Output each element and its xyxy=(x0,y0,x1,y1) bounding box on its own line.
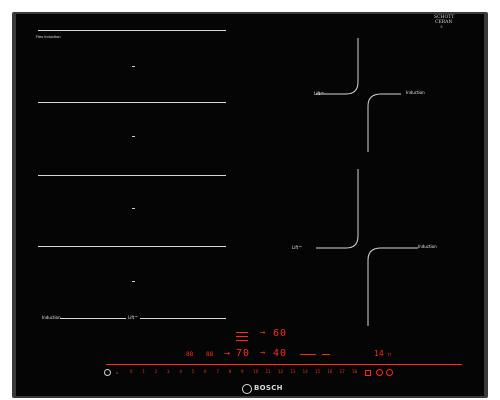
left-zone-line-2 xyxy=(38,102,226,103)
schott-logo-line2: CERAN xyxy=(435,20,453,25)
slider-number-10[interactable]: 10 xyxy=(253,370,258,374)
left-bottom-zone-label-left: Induction xyxy=(42,315,61,320)
display-bar-1 xyxy=(236,332,248,333)
timer-display: 14 xyxy=(374,349,384,358)
slider-number-18[interactable]: 18 xyxy=(352,370,357,374)
slider-number-17[interactable]: 17 xyxy=(340,370,345,374)
right-zones-lines xyxy=(316,38,418,326)
zone-marker-3 xyxy=(132,208,135,209)
slider-number-12[interactable]: 12 xyxy=(278,370,283,374)
bosch-logo-icon xyxy=(242,384,252,394)
slider-number-7[interactable]: 7 xyxy=(216,370,219,374)
display-mid-left-digit2: 0 xyxy=(243,348,250,359)
power-slider[interactable] xyxy=(106,364,462,365)
settings-button-icon[interactable] xyxy=(386,369,393,376)
slider-number-11[interactable]: 11 xyxy=(266,370,271,374)
slider-number-5[interactable]: 5 xyxy=(192,370,195,374)
slider-number-15[interactable]: 15 xyxy=(315,370,320,374)
display-top-digit: 6 xyxy=(273,328,280,339)
display-bar-5 xyxy=(322,354,330,355)
slider-number-1[interactable]: 1 xyxy=(142,370,145,374)
zone-marker-4 xyxy=(132,281,135,282)
display-mid-left-arrow: → xyxy=(224,348,231,359)
left-bottom-zone-line-b xyxy=(140,318,226,319)
slider-number-4[interactable]: 4 xyxy=(179,370,182,374)
left-bottom-zone-line-a xyxy=(60,318,126,319)
right-bottom-zone-label-right: Induction xyxy=(418,244,437,249)
left-zone-line-1 xyxy=(38,30,226,31)
display-mid-left-digit: 7 xyxy=(236,348,243,359)
left-zone-line-4 xyxy=(38,246,226,247)
display-small-right: 88 xyxy=(206,351,214,358)
model-label: Flex Induction xyxy=(36,35,61,39)
schott-logo-mark: ® xyxy=(440,25,443,29)
slider-number-3[interactable]: 3 xyxy=(167,370,170,374)
display-bar-4 xyxy=(300,354,316,355)
display-small-left: 88 xyxy=(186,351,194,358)
display-mid-right-arrow: → xyxy=(260,348,266,358)
left-zone-line-3 xyxy=(38,175,226,176)
slider-number-14[interactable]: 14 xyxy=(303,370,308,374)
brand-name: BOSCH xyxy=(254,384,283,392)
slider-number-16[interactable]: 16 xyxy=(327,370,332,374)
display-mid-right-digit: 4 xyxy=(273,348,280,359)
power-button-icon[interactable] xyxy=(104,369,111,376)
right-top-zone-label-right: Induction xyxy=(406,90,425,95)
slider-number-8[interactable]: 8 xyxy=(229,370,232,374)
slider-number-13[interactable]: 13 xyxy=(290,370,295,374)
slider-number-9[interactable]: 9 xyxy=(241,370,244,374)
slider-number-0[interactable]: 0 xyxy=(130,370,133,374)
timer-button-icon[interactable] xyxy=(376,369,383,376)
wipe-protect-icon[interactable] xyxy=(365,370,371,376)
display-bar-3 xyxy=(236,340,248,341)
zone-marker-1 xyxy=(132,66,135,67)
display-top-arrow: → xyxy=(260,328,266,338)
right-bottom-zone-label-left: Lift™ xyxy=(292,245,303,250)
lock-icon[interactable]: ⌂ xyxy=(116,370,119,375)
display-bar-2 xyxy=(236,336,248,337)
cooktop-glass: Flex Induction Induction Lift™ SCHOTT CE… xyxy=(16,14,484,396)
slider-number-6[interactable]: 6 xyxy=(204,370,207,374)
right-top-zone-label-left: Lift™ xyxy=(314,91,325,96)
display-top-digit2: 0 xyxy=(280,328,287,339)
display-mid-right-digit2: 0 xyxy=(280,348,287,359)
left-bottom-zone-label-right: Lift™ xyxy=(128,315,139,320)
timer-icon: ⊓ xyxy=(388,352,392,358)
slider-number-2[interactable]: 2 xyxy=(155,370,158,374)
zone-marker-2 xyxy=(132,136,135,137)
